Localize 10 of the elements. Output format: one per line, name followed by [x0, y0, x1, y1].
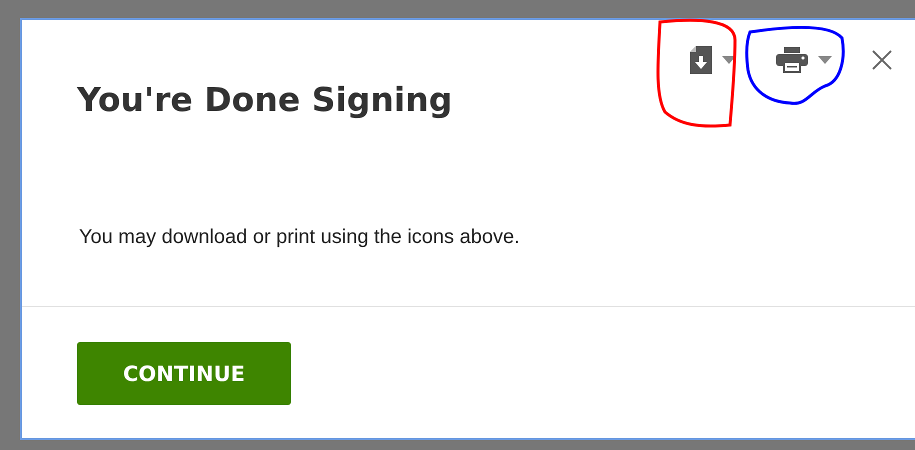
caret-icon: [818, 56, 832, 64]
dialog-message: You may download or print using the icons above.: [79, 225, 521, 250]
print-button[interactable]: [774, 45, 834, 75]
caret-icon: [722, 56, 736, 64]
printer-icon: [776, 47, 808, 73]
continue-button[interactable]: CONTINUE: [77, 342, 291, 405]
dialog-title: You're Done Signing: [77, 80, 452, 119]
download-icon: [690, 46, 712, 74]
close-button[interactable]: [870, 48, 894, 72]
close-icon: [872, 50, 892, 70]
